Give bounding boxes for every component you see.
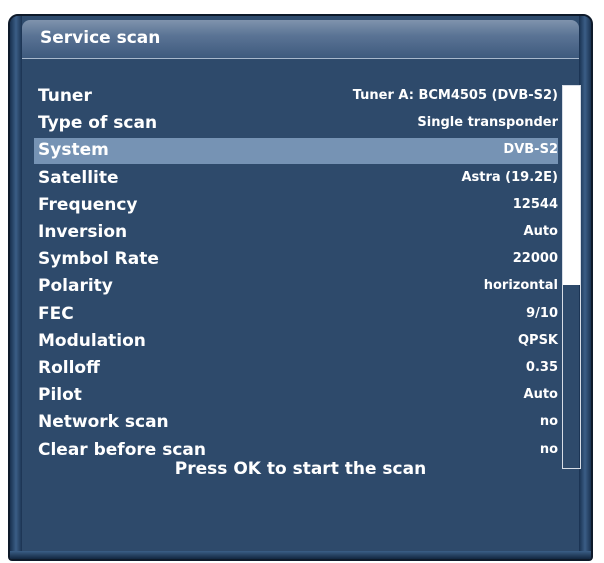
setting-label: Network scan	[38, 412, 169, 433]
setting-label: Inversion	[38, 222, 128, 242]
setting-label: Pilot	[38, 385, 82, 406]
setting-value[interactable]: 12544	[513, 197, 558, 212]
setting-value[interactable]: 22000	[513, 251, 558, 266]
window-frame-left	[10, 16, 22, 559]
setting-value[interactable]: no	[540, 414, 558, 429]
setting-row[interactable]: Tuner Tuner A: BCM4505 (DVB-S2)	[34, 84, 558, 110]
setting-row[interactable]: Pilot Auto	[34, 383, 558, 409]
setting-value[interactable]: Single transponder	[417, 115, 558, 130]
setting-value[interactable]: QPSK	[518, 333, 558, 348]
setting-row[interactable]: Frequency 12544	[34, 193, 558, 219]
setting-value[interactable]: Auto	[524, 224, 558, 239]
setting-label: System	[38, 140, 109, 161]
service-scan-window: Service scan Tuner Tuner A: BCM4505 (DVB-…	[8, 14, 593, 561]
setting-label: Clear before scan	[38, 439, 206, 460]
setting-row[interactable]: Type of scan Single transponder	[34, 111, 558, 137]
setting-label: Symbol Rate	[38, 249, 159, 270]
setting-value[interactable]: DVB-S2	[503, 142, 558, 157]
scrollbar[interactable]	[562, 85, 581, 469]
setting-label: FEC	[38, 303, 74, 324]
setting-row[interactable]: Network scan no	[34, 410, 558, 436]
setting-row[interactable]: Modulation QPSK	[34, 329, 558, 355]
setting-value[interactable]: Auto	[524, 387, 558, 402]
window-frame-bottom	[10, 551, 591, 559]
setting-row[interactable]: Symbol Rate 22000	[34, 247, 558, 273]
start-scan-hint: Press OK to start the scan	[174, 459, 427, 479]
setting-value[interactable]: 0.35	[526, 360, 558, 375]
setting-row[interactable]: Polarity horizontal	[34, 274, 558, 300]
setting-label: Rolloff	[38, 358, 100, 378]
setting-label: Frequency	[38, 194, 138, 215]
title-bar: Service scan	[22, 20, 579, 59]
setting-value[interactable]: 9/10	[526, 306, 558, 321]
setting-label: Polarity	[38, 276, 113, 297]
setting-value[interactable]: Tuner A: BCM4505 (DVB-S2)	[353, 88, 558, 103]
setting-label: Satellite	[38, 167, 119, 188]
setting-value[interactable]: Astra (19.2E)	[461, 170, 558, 185]
setting-label: Modulation	[38, 330, 146, 351]
setting-row[interactable]: Inversion Auto	[34, 220, 558, 246]
setting-row[interactable]: System DVB-S2	[34, 138, 558, 165]
setting-label: Type of scan	[38, 113, 158, 134]
setting-row[interactable]: FEC 9/10	[34, 302, 558, 328]
setting-row[interactable]: Satellite Astra (19.2E)	[34, 166, 558, 192]
setting-value[interactable]: horizontal	[484, 278, 558, 293]
window-title: Service scan	[40, 28, 161, 48]
setting-label: Tuner	[38, 86, 92, 106]
settings-panel: Tuner Tuner A: BCM4505 (DVB-S2) Type of sc…	[22, 59, 581, 551]
setting-value[interactable]: no	[540, 442, 558, 457]
scrollbar-thumb[interactable]	[563, 86, 580, 285]
setting-row[interactable]: Rolloff 0.35	[34, 356, 558, 382]
